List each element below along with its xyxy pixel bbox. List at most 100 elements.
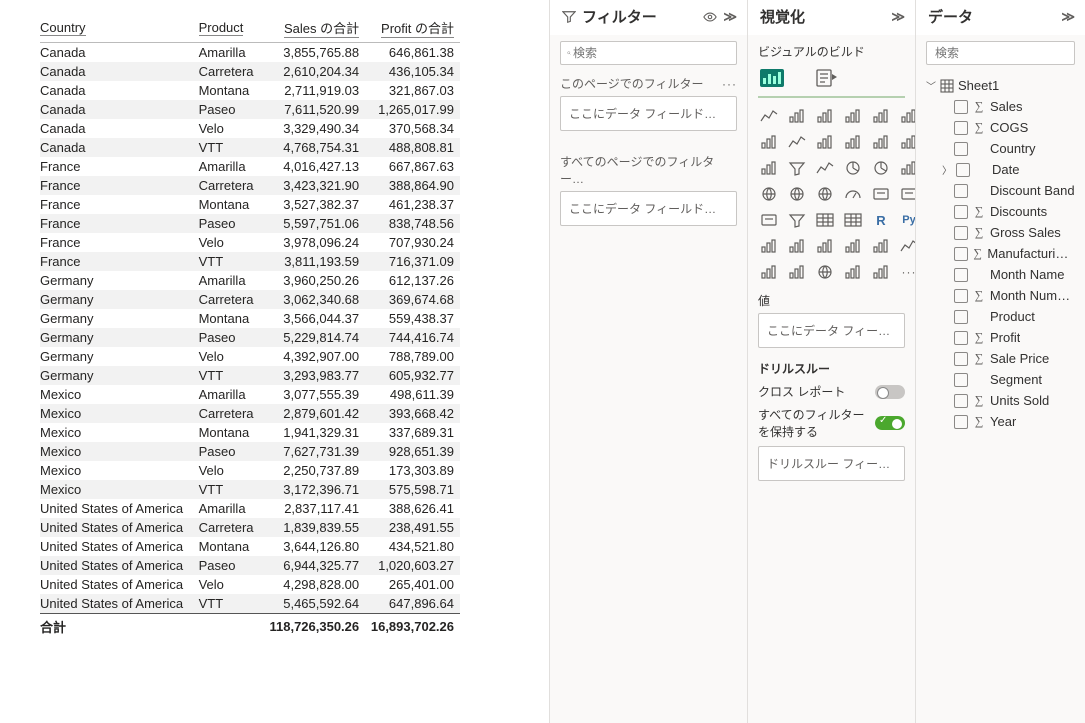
table-row[interactable]: CanadaPaseo7,611,520.991,265,017.99 (40, 100, 460, 119)
table-row[interactable]: CanadaMontana2,711,919.03321,867.03 (40, 81, 460, 100)
drillthrough-dropwell[interactable]: ドリルスルー フィールド… (758, 446, 905, 481)
field-cogs[interactable]: ∑COGS (926, 117, 1075, 138)
viz-type-paginated[interactable] (870, 236, 892, 256)
viz-type-treemap[interactable] (898, 158, 915, 178)
table-row[interactable]: FranceMontana3,527,382.37461,238.37 (40, 195, 460, 214)
viz-type-matrix[interactable] (842, 210, 864, 230)
viz-type-card[interactable] (870, 184, 892, 204)
viz-type-clustered-column[interactable] (842, 106, 864, 126)
table-row[interactable]: GermanyPaseo5,229,814.74744,416.74 (40, 328, 460, 347)
report-canvas[interactable]: Country Product Sales の合計 Profit の合計 Can… (0, 0, 549, 723)
all-pages-filter-dropwell[interactable]: ここにデータ フィールド… (560, 191, 737, 226)
viz-type-power-apps[interactable] (758, 262, 780, 282)
field-checkbox[interactable] (954, 268, 968, 282)
table-row[interactable]: MexicoCarretera2,879,601.42393,668.42 (40, 404, 460, 423)
field-sale-price[interactable]: ∑Sale Price (926, 348, 1075, 369)
build-visual-tab[interactable] (758, 66, 786, 90)
field-profit[interactable]: ∑Profit (926, 327, 1075, 348)
viz-type-more[interactable]: ··· (898, 262, 915, 282)
field-sales[interactable]: ∑Sales (926, 96, 1075, 117)
viz-type-r-visual[interactable]: R (870, 210, 892, 230)
table-row[interactable]: United States of AmericaPaseo6,944,325.7… (40, 556, 460, 575)
viz-type-ribbon[interactable] (870, 132, 892, 152)
viz-type-map[interactable] (758, 184, 780, 204)
filter-search-input[interactable] (571, 45, 730, 61)
col-header-product[interactable]: Product (199, 14, 264, 43)
table-row[interactable]: GermanyAmarilla3,960,250.26612,137.26 (40, 271, 460, 290)
table-row[interactable]: MexicoVelo2,250,737.89173,303.89 (40, 461, 460, 480)
field-checkbox[interactable] (954, 121, 968, 135)
field-units-sold[interactable]: ∑Units Sold (926, 390, 1075, 411)
table-row[interactable]: CanadaAmarilla3,855,765.88646,861.38 (40, 43, 460, 63)
viz-type-100-bar[interactable] (870, 106, 892, 126)
field-checkbox[interactable] (954, 331, 968, 345)
filter-search[interactable] (560, 41, 737, 65)
field-checkbox[interactable] (954, 184, 968, 198)
field-manufacturing-p-[interactable]: ∑Manufacturing P… (926, 243, 1075, 264)
field-checkbox[interactable] (954, 310, 968, 324)
viz-type-sparkline[interactable] (842, 262, 864, 282)
table-row[interactable]: FranceCarretera3,423,321.90388,864.90 (40, 176, 460, 195)
viz-type-scatter[interactable] (814, 158, 836, 178)
viz-type-key-influencers[interactable] (758, 236, 780, 256)
table-row[interactable]: United States of AmericaVTT5,465,592.646… (40, 594, 460, 614)
field-segment[interactable]: Segment (926, 369, 1075, 390)
viz-type-multi-card[interactable] (898, 184, 915, 204)
field-checkbox[interactable] (954, 394, 968, 408)
viz-type-py-visual[interactable]: Py (898, 210, 915, 230)
field-checkbox[interactable] (954, 415, 968, 429)
viz-type-clustered-bar[interactable] (786, 106, 808, 126)
viz-type-qna[interactable] (814, 236, 836, 256)
table-row[interactable]: FranceVTT3,811,193.59716,371.09 (40, 252, 460, 271)
viz-type-azure-map[interactable] (814, 184, 836, 204)
table-row[interactable]: FranceVelo3,978,096.24707,930.24 (40, 233, 460, 252)
field-checkbox[interactable] (954, 100, 968, 114)
viz-type-stacked-column[interactable] (814, 106, 836, 126)
keep-filters-toggle[interactable]: ✓ (875, 416, 905, 430)
table-row[interactable]: MexicoMontana1,941,329.31337,689.31 (40, 423, 460, 442)
table-row[interactable]: FranceAmarilla4,016,427.13667,867.63 (40, 157, 460, 176)
viz-type-table[interactable] (814, 210, 836, 230)
cross-report-toggle[interactable] (875, 385, 905, 399)
table-row[interactable]: CanadaVelo3,329,490.34370,568.34 (40, 119, 460, 138)
viz-type-column-small[interactable] (758, 158, 780, 178)
eye-icon[interactable] (703, 10, 717, 24)
table-row[interactable]: GermanyCarretera3,062,340.68369,674.68 (40, 290, 460, 309)
field-product[interactable]: Product (926, 306, 1075, 327)
viz-type-line[interactable] (758, 132, 780, 152)
viz-type-power-automate[interactable] (786, 262, 808, 282)
collapse-viz-icon[interactable]: ≫ (891, 9, 905, 25)
field-checkbox[interactable] (954, 289, 968, 303)
col-header-sales[interactable]: Sales の合計 (263, 14, 365, 43)
collapse-data-icon[interactable]: ≫ (1061, 9, 1075, 25)
field-discount-band[interactable]: Discount Band (926, 180, 1075, 201)
viz-type-gauge[interactable] (842, 184, 864, 204)
more-icon[interactable]: ··· (722, 77, 737, 91)
viz-type-line-column[interactable] (842, 132, 864, 152)
table-row[interactable]: GermanyVelo4,392,907.00788,789.00 (40, 347, 460, 366)
viz-type-stacked-bar[interactable] (758, 106, 780, 126)
collapse-filters-icon[interactable]: ≫ (723, 9, 737, 25)
table-row[interactable]: CanadaVTT4,768,754.31488,808.81 (40, 138, 460, 157)
table-node[interactable]: ﹀Sheet1 (926, 75, 1075, 96)
field-month-number[interactable]: ∑Month Number (926, 285, 1075, 306)
data-search[interactable] (926, 41, 1075, 65)
table-row[interactable]: FrancePaseo5,597,751.06838,748.56 (40, 214, 460, 233)
viz-type-arcgis[interactable] (814, 262, 836, 282)
table-row[interactable]: United States of AmericaMontana3,644,126… (40, 537, 460, 556)
viz-type-kpi[interactable] (758, 210, 780, 230)
table-row[interactable]: United States of AmericaVelo4,298,828.00… (40, 575, 460, 594)
viz-type-get-more[interactable] (870, 262, 892, 282)
viz-type-filled-map[interactable] (786, 184, 808, 204)
field-checkbox[interactable] (954, 205, 968, 219)
table-row[interactable]: CanadaCarretera2,610,204.34436,105.34 (40, 62, 460, 81)
page-filter-dropwell[interactable]: ここにデータ フィールド… (560, 96, 737, 131)
viz-type-waterfall[interactable] (898, 132, 915, 152)
table-row[interactable]: United States of AmericaAmarilla2,837,11… (40, 499, 460, 518)
table-row[interactable]: MexicoVTT3,172,396.71575,598.71 (40, 480, 460, 499)
viz-type-donut[interactable] (870, 158, 892, 178)
field-checkbox[interactable] (954, 142, 968, 156)
data-search-input[interactable] (933, 45, 1085, 61)
field-checkbox[interactable] (954, 352, 968, 366)
field-checkbox[interactable] (954, 247, 968, 261)
